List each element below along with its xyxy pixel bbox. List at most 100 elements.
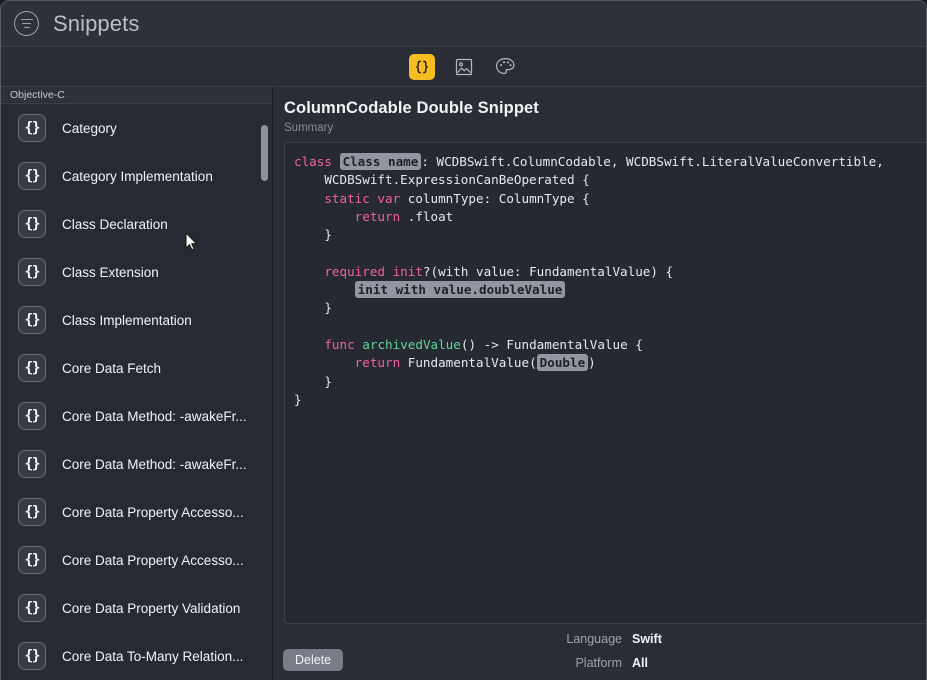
snippet-list: {} Category {} Category Implementation {} Cla… — [1, 104, 272, 680]
code-line: } — [294, 299, 926, 317]
snippet-list-item-label: Core Data Fetch — [62, 360, 162, 376]
code-line: func archivedValue() -> FundamentalValue… — [294, 336, 926, 354]
snippet-list-item[interactable]: {} Core Data Property Accesso... — [1, 536, 272, 584]
code-text: } — [294, 227, 332, 243]
snippet-list-item[interactable]: {} Class Implementation — [1, 296, 272, 344]
code-placeholder-token[interactable]: Class name — [339, 153, 422, 170]
metadata-label: Language — [566, 632, 622, 646]
code-text: columnType: ColumnType { — [400, 190, 590, 206]
code-keyword: static var — [324, 190, 401, 206]
code-text: : WCDBSwift.ColumnCodable, WCDBSwift.Lit… — [421, 154, 884, 169]
code-braces-icon: {} — [18, 642, 46, 670]
tab-color-palette[interactable] — [493, 54, 519, 80]
code-text: () -> FundamentalValue { — [460, 336, 643, 352]
snippet-list-item[interactable]: {} Category — [1, 104, 272, 152]
snippet-list-item[interactable]: {} Core Data To-Many Relation... — [1, 632, 272, 680]
snippet-list-item-label: Category — [62, 120, 117, 136]
code-line: } — [294, 226, 926, 244]
snippet-list-item-label: Class Extension — [62, 264, 159, 280]
tab-code-snippets[interactable] — [408, 53, 435, 80]
code-braces-icon: {} — [18, 306, 46, 334]
code-braces-icon — [414, 59, 430, 75]
snippet-detail-panel: ColumnCodable Double Snippet Summary cla… — [273, 87, 926, 680]
snippet-list-item[interactable]: {} Core Data Method: -awakeFr... — [1, 392, 272, 440]
code-line: } — [294, 391, 926, 409]
code-braces-icon: {} — [18, 210, 46, 238]
code-line: static var columnType: ColumnType { — [294, 190, 926, 208]
code-line: required init?(with value: FundamentalVa… — [294, 263, 926, 281]
metadata-row: Platform All — [273, 656, 926, 680]
page-title: Snippets — [53, 10, 140, 36]
snippet-list-item[interactable]: {} Class Extension — [1, 248, 272, 296]
code-keyword: func — [324, 336, 355, 352]
snippet-list-item-label: Category Implementation — [62, 168, 213, 184]
code-text: ) — [588, 355, 596, 371]
snippet-list-item-label: Core Data Property Accesso... — [62, 504, 244, 520]
image-icon — [454, 57, 474, 77]
snippet-list-item-label: Core Data Property Validation — [62, 600, 241, 616]
delete-button[interactable]: Delete — [283, 649, 344, 671]
snippet-title: ColumnCodable Double Snippet — [284, 99, 539, 117]
code-placeholder-token[interactable]: Double — [536, 354, 589, 372]
snippet-list-item[interactable]: {} Category Implementation — [1, 152, 272, 200]
code-braces-icon: {} — [18, 258, 46, 286]
code-braces-icon: {} — [18, 162, 46, 190]
code-line: class Class name: WCDBSwift.ColumnCodabl… — [294, 153, 926, 171]
code-keyword: class — [294, 154, 340, 169]
snippet-list-item[interactable]: {} Core Data Method: -awakeFr... — [1, 440, 272, 488]
code-text: ?(with value: FundamentalValue) { — [422, 263, 674, 279]
code-function-name: archivedValue — [362, 336, 461, 352]
code-braces-icon: {} — [18, 114, 46, 142]
code-braces-icon: {} — [18, 594, 46, 622]
code-text: FundamentalValue( — [400, 355, 537, 371]
code-line: return .float — [294, 208, 926, 226]
code-braces-icon: {} — [18, 450, 46, 478]
code-line: } — [294, 373, 926, 391]
filter-icon[interactable] — [14, 11, 39, 36]
tab-image-library[interactable] — [451, 54, 477, 80]
code-braces-icon: {} — [18, 546, 46, 574]
snippet-summary-placeholder: Summary — [284, 122, 334, 134]
code-braces-icon: {} — [18, 354, 46, 382]
color-palette-icon — [495, 57, 516, 76]
snippet-metadata: LanguageSwiftPlatformAllCompletionColumn… — [273, 632, 926, 680]
snippet-list-item[interactable]: {} Core Data Property Validation — [1, 584, 272, 632]
code-keyword: return — [354, 208, 401, 224]
snippet-list-item[interactable]: {} Core Data Property Accesso... — [1, 488, 272, 536]
sidebar-section-header: Objective-C — [1, 87, 272, 104]
code-text: } — [294, 373, 332, 389]
metadata-value[interactable]: Swift — [632, 632, 662, 646]
snippet-list-item-label: Class Implementation — [62, 312, 192, 328]
code-text: } — [294, 391, 302, 407]
code-braces-icon: {} — [18, 402, 46, 430]
code-text: WCDBSwift.ExpressionCanBeOperated { — [294, 172, 590, 188]
code-keyword: required init — [324, 263, 423, 279]
code-text: .float — [400, 208, 454, 224]
metadata-value[interactable]: All — [632, 656, 648, 670]
toolbar — [1, 47, 926, 87]
snippet-list-item[interactable]: {} Class Declaration — [1, 200, 272, 248]
snippet-list-item[interactable]: {} Core Data Fetch — [1, 344, 272, 392]
code-editor[interactable]: class Class name: WCDBSwift.ColumnCodabl… — [284, 142, 926, 624]
code-line: WCDBSwift.ExpressionCanBeOperated { — [294, 171, 926, 189]
snippet-list-item-label: Core Data Method: -awakeFr... — [62, 408, 247, 424]
snippet-list-item-label: Core Data To-Many Relation... — [62, 648, 244, 664]
code-keyword: return — [354, 355, 401, 371]
snippet-list-item-label: Core Data Method: -awakeFr... — [62, 456, 247, 472]
snippets-window: Snippets Objective-C {} Category {} Cate… — [0, 0, 927, 680]
code-braces-icon: {} — [18, 498, 46, 526]
code-line: init with value.doubleValue — [294, 281, 926, 299]
title-bar: Snippets — [1, 1, 926, 47]
metadata-row: Language Swift — [273, 632, 926, 656]
code-placeholder-token[interactable]: init with value.doubleValue — [354, 281, 566, 299]
sidebar-scrollbar[interactable] — [261, 125, 268, 181]
code-content: class Class name: WCDBSwift.ColumnCodabl… — [294, 153, 926, 409]
